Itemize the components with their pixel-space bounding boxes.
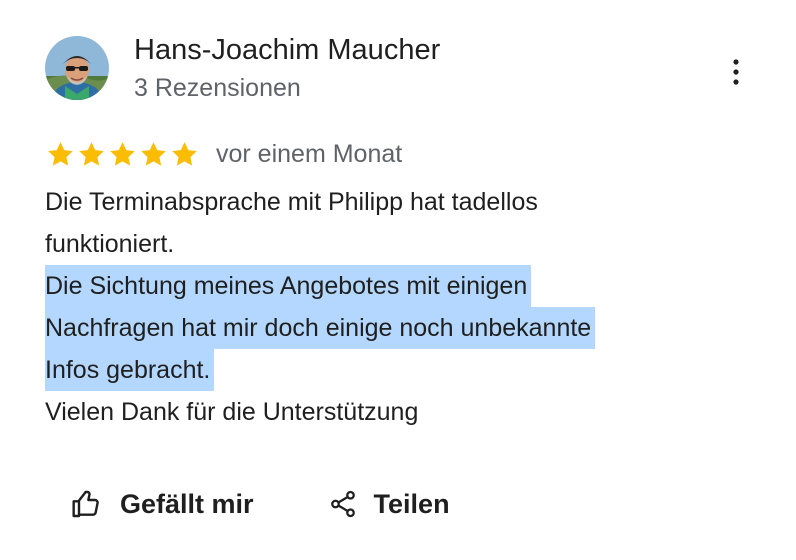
avatar[interactable] — [45, 36, 109, 100]
review-card: Hans-Joachim Maucher 3 Rezensionen vor e… — [0, 0, 796, 560]
share-icon — [330, 490, 355, 518]
review-line-highlighted: Die Sichtung meines Angebotes mit einige… — [45, 265, 745, 307]
avatar-image — [45, 36, 109, 100]
share-label: Teilen — [373, 488, 450, 519]
review-date: vor einem Monat — [216, 140, 403, 168]
thumbs-up-icon — [72, 490, 99, 518]
rating-row: vor einem Monat — [45, 136, 402, 172]
selected-text: Infos gebracht. — [45, 349, 215, 391]
star-rating — [45, 139, 200, 170]
star-icon — [141, 141, 166, 166]
share-button[interactable]: Teilen — [328, 488, 450, 520]
star-icon — [79, 141, 104, 166]
star-icon — [110, 141, 135, 166]
review-line-highlighted: Infos gebracht. — [45, 349, 745, 391]
more-options-button[interactable] — [718, 52, 754, 92]
review-count[interactable]: 3 Rezensionen — [134, 72, 301, 104]
like-button[interactable]: Gefällt mir — [70, 488, 254, 520]
star-icon — [172, 141, 197, 166]
author-name[interactable]: Hans-Joachim Maucher — [134, 32, 440, 68]
selected-text: Nachfragen hat mir doch einige noch unbe… — [45, 307, 596, 349]
review-line-highlighted: Nachfragen hat mir doch einige noch unbe… — [45, 307, 745, 349]
review-line: Vielen Dank für die Unterstützung — [45, 398, 419, 426]
review-actions: Gefällt mir Teilen — [70, 488, 450, 520]
review-line: Die Terminabsprache mit Philipp hat tade… — [45, 188, 538, 216]
review-line: funktioniert. — [45, 230, 175, 258]
like-label: Gefällt mir — [120, 488, 254, 519]
selected-text: Die Sichtung meines Angebotes mit einige… — [45, 265, 532, 307]
review-text: Die Terminabsprache mit Philipp hat tade… — [45, 181, 745, 433]
more-vertical-icon — [733, 59, 739, 85]
star-icon — [48, 141, 73, 166]
